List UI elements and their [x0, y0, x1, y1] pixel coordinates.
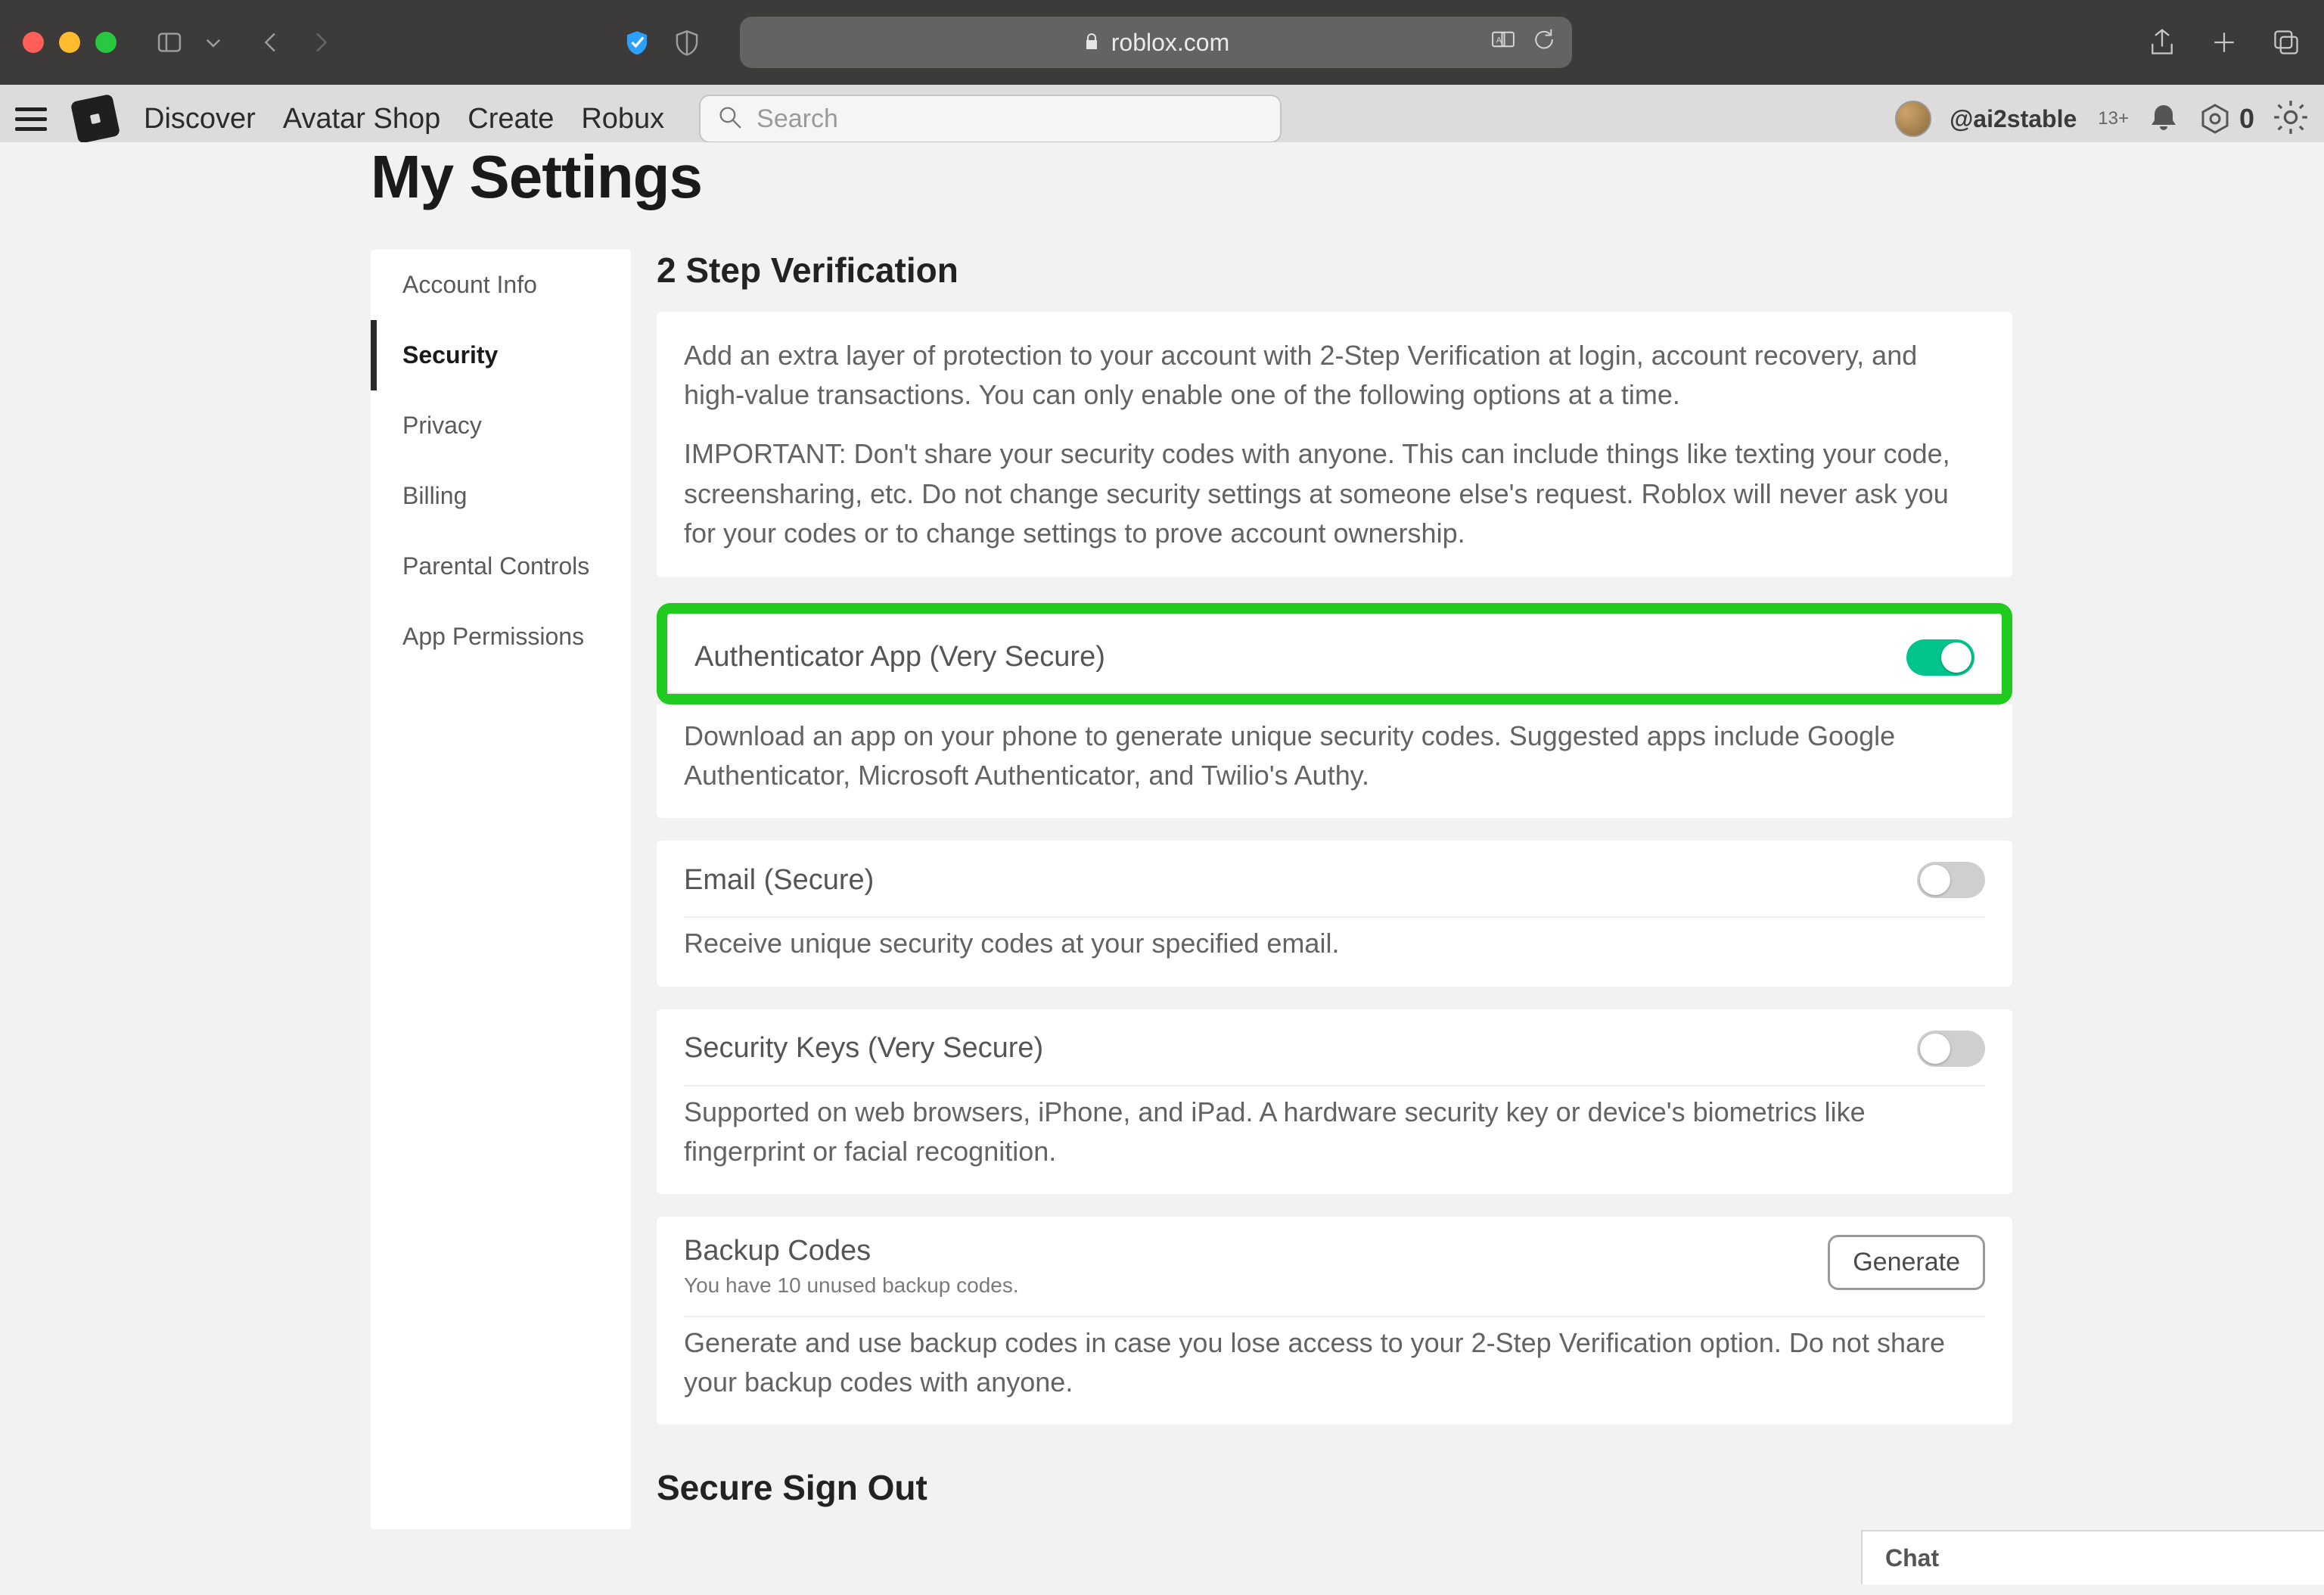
search-box[interactable] [699, 95, 1282, 143]
share-button[interactable] [2147, 27, 2177, 58]
age-badge: 13+ [2098, 108, 2129, 129]
chat-dock[interactable]: Chat [1861, 1530, 2324, 1584]
option-email: Email (Secure) Receive unique security c… [657, 841, 2012, 986]
option-backup-codes: Backup Codes You have 10 unused backup c… [657, 1217, 2012, 1425]
back-button[interactable] [257, 29, 284, 56]
tab-overview-button[interactable] [2271, 27, 2301, 58]
option-authenticator-title: Authenticator App (Very Secure) [694, 641, 1105, 673]
nav-link-robux[interactable]: Robux [581, 103, 664, 135]
close-window-button[interactable] [23, 32, 44, 53]
svg-text:A: A [1496, 36, 1502, 45]
avatar[interactable] [1895, 101, 1931, 137]
option-security-keys-title: Security Keys (Very Secure) [684, 1032, 1043, 1065]
backup-codes-desc: Generate and use backup codes in case yo… [684, 1323, 1985, 1402]
option-email-title: Email (Secure) [684, 864, 874, 897]
search-input[interactable] [757, 104, 1263, 134]
hamburger-menu-button[interactable] [15, 103, 47, 135]
roblox-logo[interactable] [70, 94, 120, 144]
translate-icon[interactable]: A [1490, 26, 1516, 58]
settings-gear-button[interactable] [2273, 99, 2309, 139]
option-security-keys-toggle[interactable] [1917, 1031, 1985, 1067]
intro-card: Add an extra layer of protection to your… [657, 312, 2012, 577]
backup-codes-title: Backup Codes [684, 1235, 1019, 1267]
sidebar-item-billing[interactable]: Billing [371, 461, 631, 531]
nav-link-avatar-shop[interactable]: Avatar Shop [283, 103, 440, 135]
tracking-shield-icon[interactable] [673, 29, 701, 56]
option-email-toggle[interactable] [1917, 862, 1985, 898]
url-text: roblox.com [1111, 29, 1230, 57]
sidebar-item-account-info[interactable]: Account Info [371, 250, 631, 320]
secure-sign-out-title: Secure Sign Out [657, 1467, 2012, 1508]
address-bar[interactable]: roblox.com A [740, 17, 1572, 68]
notifications-button[interactable] [2147, 101, 2180, 138]
option-email-desc: Receive unique security codes at your sp… [684, 924, 1985, 963]
option-authenticator-body: Download an app on your phone to generat… [657, 704, 2012, 818]
nav-link-create[interactable]: Create [468, 103, 554, 135]
window-controls [23, 32, 117, 53]
intro-p2: IMPORTANT: Don't share your security cod… [684, 434, 1985, 553]
option-security-keys-desc: Supported on web browsers, iPhone, and i… [684, 1093, 1985, 1171]
forward-button [307, 29, 334, 56]
sidebar-item-privacy[interactable]: Privacy [371, 390, 631, 461]
generate-backup-codes-button[interactable]: Generate [1828, 1235, 1985, 1290]
sidebar-item-parental-controls[interactable]: Parental Controls [371, 531, 631, 602]
username[interactable]: @ai2stable [1950, 105, 2077, 133]
browser-titlebar: roblox.com A [0, 0, 2324, 85]
chat-label: Chat [1885, 1544, 1939, 1572]
search-icon [717, 104, 743, 134]
intro-p1: Add an extra layer of protection to your… [684, 336, 1985, 415]
nav-link-discover[interactable]: Discover [144, 103, 256, 135]
sidebar-item-app-permissions[interactable]: App Permissions [371, 602, 631, 672]
robux-count: 0 [2239, 103, 2254, 135]
fullscreen-window-button[interactable] [95, 32, 117, 53]
lock-icon [1083, 29, 1101, 57]
section-title: 2 Step Verification [657, 250, 2012, 291]
backup-codes-sub: You have 10 unused backup codes. [684, 1273, 1019, 1298]
sidebar-item-security[interactable]: Security [371, 320, 631, 390]
privacy-shield-icon[interactable] [623, 29, 651, 56]
minimize-window-button[interactable] [59, 32, 80, 53]
chevron-down-icon[interactable] [200, 29, 227, 56]
option-authenticator-toggle[interactable] [1906, 639, 1974, 676]
page-title: My Settings [371, 142, 2012, 212]
settings-side-nav: Account Info Security Privacy Billing Pa… [371, 250, 631, 1529]
new-tab-button[interactable] [2209, 27, 2239, 58]
sidebar-toggle-button[interactable] [156, 29, 183, 56]
robux-balance[interactable]: 0 [2198, 102, 2254, 135]
option-security-keys: Security Keys (Very Secure) Supported on… [657, 1009, 2012, 1194]
reload-button[interactable] [1531, 26, 1557, 58]
option-authenticator-desc: Download an app on your phone to generat… [684, 717, 1985, 795]
option-authenticator-highlight: Authenticator App (Very Secure) [657, 603, 2012, 704]
